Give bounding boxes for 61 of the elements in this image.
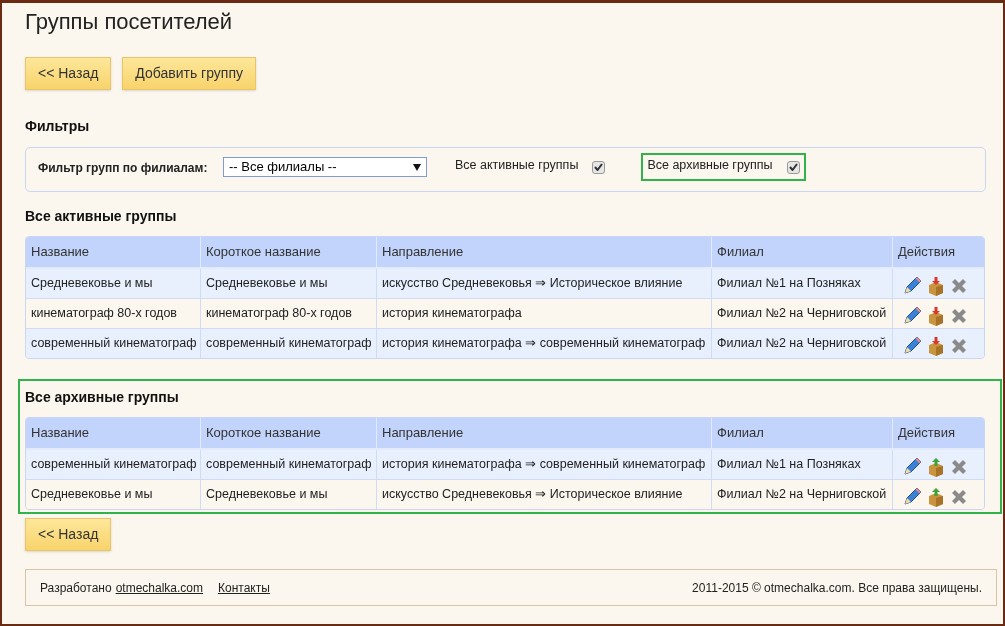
table-cell: современный кинематограф — [201, 450, 377, 479]
table-cell: Средневековье и мы — [26, 269, 201, 298]
check-icon — [594, 163, 604, 171]
column-header: Направление — [377, 418, 712, 450]
table-cell: современный кинематограф — [26, 329, 201, 358]
pencil-icon[interactable] — [901, 274, 923, 297]
table-cell: Филиал №2 на Черниговской — [712, 480, 893, 509]
section-heading: Все архивные группы — [25, 388, 180, 407]
column-header: Название — [26, 237, 201, 269]
table-cell: Филиал №1 на Позняках — [712, 450, 893, 479]
column-header: Действия — [893, 418, 984, 450]
section-heading: Все активные группы — [25, 207, 178, 226]
back-button[interactable]: << Назад — [25, 57, 112, 90]
page-title: Группы посетителей — [25, 8, 234, 35]
check-icon — [788, 163, 798, 171]
column-header: Короткое название — [201, 418, 377, 450]
filters-heading: Фильтры — [25, 117, 91, 136]
box-up-arrow-icon[interactable] — [927, 486, 945, 507]
pencil-icon[interactable] — [901, 304, 923, 327]
table-cell: история кинематографа ⇒ современный кинематограф — [377, 329, 712, 358]
box-down-arrow-icon[interactable] — [927, 305, 945, 326]
column-header: Филиал — [712, 418, 893, 450]
back-button[interactable]: << Назад — [25, 518, 112, 551]
table-cell: современный кинематограф — [201, 329, 377, 358]
table-cell: современный кинематограф — [26, 450, 201, 479]
branch-select[interactable]: -- Все филиалы -- — [223, 157, 427, 177]
table-cell: кинематограф 80-х годов — [201, 299, 377, 328]
checkbox-label: Все архивные группы — [647, 156, 773, 174]
table-cell: Средневековье и мы — [201, 480, 377, 509]
table-cell: Филиал №2 на Черниговской — [712, 329, 893, 358]
table-cell: Филиал №2 на Черниговской — [712, 299, 893, 328]
branch-filter-label: Фильтр групп по филиалам: — [38, 160, 209, 177]
add-group-button[interactable]: Добавить группу — [122, 57, 257, 90]
pencil-icon[interactable] — [901, 455, 923, 478]
checkbox[interactable] — [592, 160, 606, 174]
column-header: Действия — [893, 237, 984, 269]
developed-by-text: Разработано — [40, 579, 112, 597]
site-link[interactable]: otmechalka.com — [115, 578, 203, 597]
contacts-link[interactable]: Контакты — [218, 578, 270, 597]
column-header: Название — [26, 418, 201, 450]
table-cell: история кинематографа ⇒ современный кинематограф — [377, 450, 712, 479]
table-cell: искусство Средневековья ⇒ Историческое влияние — [377, 480, 712, 509]
box-down-arrow-icon[interactable] — [927, 275, 945, 296]
table-cell: искусство Средневековья ⇒ Историческое влияние — [377, 269, 712, 298]
checkbox-label: Все активные группы — [455, 156, 579, 174]
column-header: Филиал — [712, 237, 893, 269]
column-header: Направление — [377, 237, 712, 269]
pencil-icon[interactable] — [901, 485, 923, 508]
dropdown-caret-icon — [413, 163, 421, 171]
table-cell: Филиал №1 на Позняках — [712, 269, 893, 298]
box-down-arrow-icon[interactable] — [927, 335, 945, 356]
box-up-arrow-icon[interactable] — [927, 456, 945, 477]
pencil-icon[interactable] — [901, 334, 923, 357]
table-cell: кинематограф 80-х годов — [26, 299, 201, 328]
column-header: Короткое название — [201, 237, 377, 269]
table-cell: Средневековье и мы — [201, 269, 377, 298]
table-cell: история кинематографа — [377, 299, 712, 328]
checkbox[interactable] — [786, 160, 800, 174]
table-cell: Средневековье и мы — [26, 480, 201, 509]
branch-select-value: -- Все филиалы -- — [229, 158, 337, 177]
copyright-text: 2011-2015 © otmechalka.com. Все права защищены. — [692, 579, 982, 597]
